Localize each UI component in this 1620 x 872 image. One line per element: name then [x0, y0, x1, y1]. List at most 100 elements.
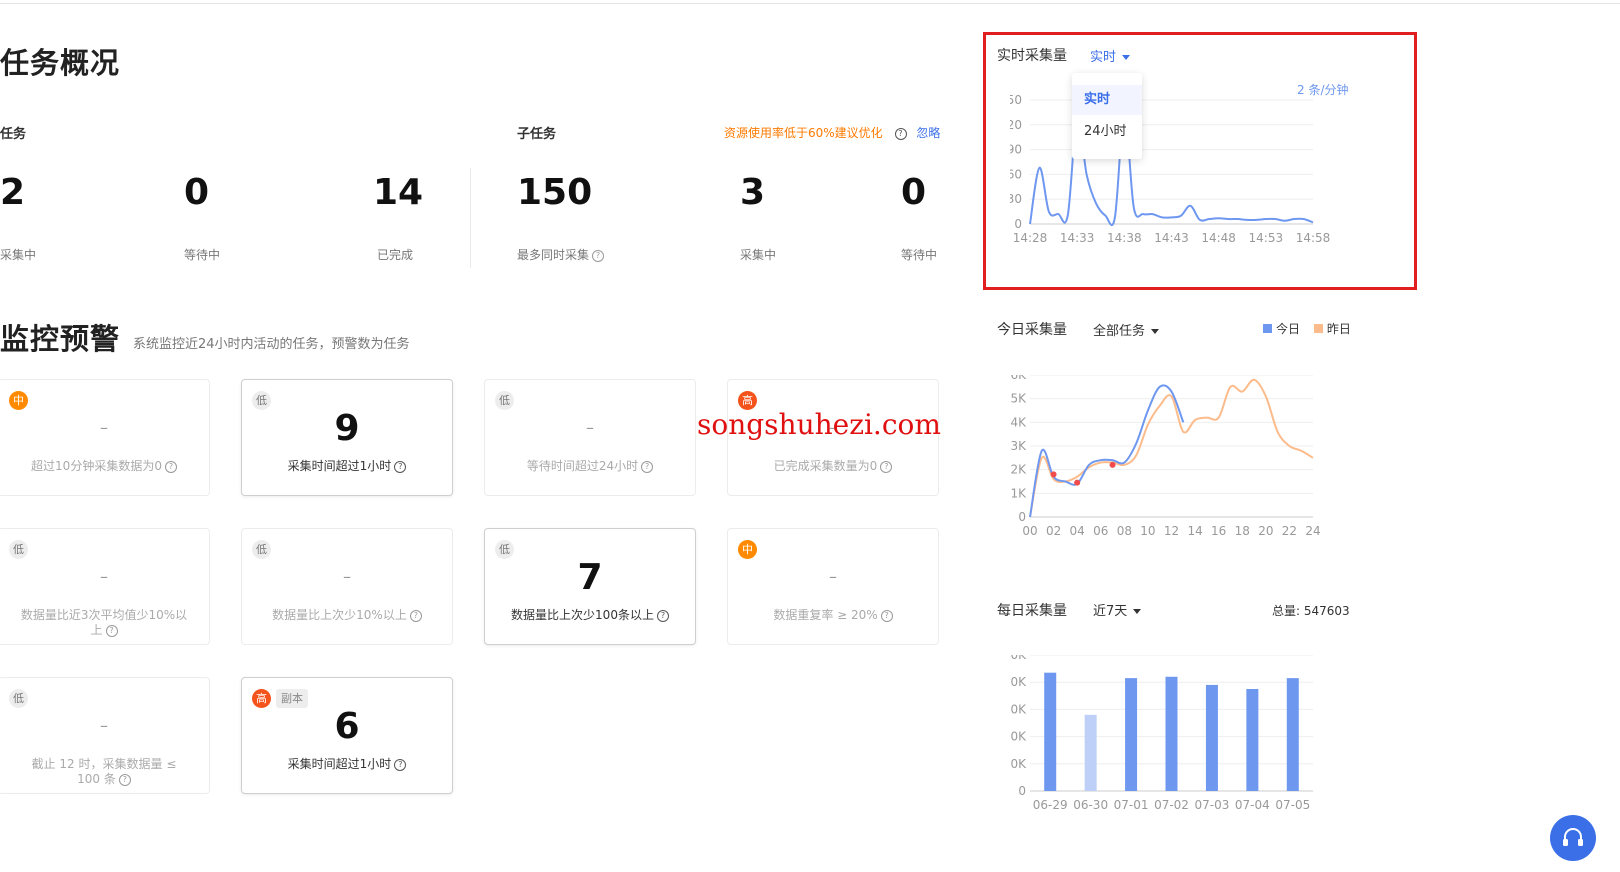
x-tick-label: 08: [1117, 524, 1132, 538]
question-icon[interactable]: ?: [164, 460, 177, 473]
level-badge: 低: [252, 540, 271, 559]
y-tick-label: 0: [1018, 784, 1026, 798]
legend-swatch-today: [1263, 324, 1272, 333]
ignore-link[interactable]: 忽略: [916, 126, 940, 140]
y-tick-label: 80K: [1010, 675, 1027, 689]
alert-desc: 截止 12 时，采集数据量 ≤ 100 条: [31, 757, 177, 786]
monitor-subtitle: 系统监控近24小时内活动的任务，预警数为任务: [133, 337, 410, 352]
y-tick-label: 0: [1018, 510, 1026, 524]
alert-value: –: [343, 567, 351, 586]
realtime-range-value: 实时: [1090, 50, 1117, 65]
x-tick-label: 14:28: [1013, 231, 1048, 245]
alert-value: 9: [334, 408, 360, 449]
y-tick-label: 60K: [1010, 702, 1027, 716]
caret-down-icon: [1151, 329, 1160, 334]
x-tick-label: 18: [1235, 524, 1250, 538]
today-title: 今日采集量: [997, 322, 1067, 338]
x-tick-label: 04: [1070, 524, 1085, 538]
legend-label-yesterday: 昨日: [1326, 322, 1351, 336]
y-tick-label: 90: [1010, 143, 1022, 157]
daily-x-ticks: 06-29 06-30 07-01 07-02 07-03 07-04 07-05: [1033, 798, 1310, 812]
realtime-range-dropdown[interactable]: 实时: [1090, 46, 1131, 65]
x-tick-label: 12: [1164, 524, 1179, 538]
question-icon[interactable]: ?: [394, 758, 407, 771]
question-icon[interactable]: ?: [880, 609, 893, 622]
level-badge: 低: [495, 391, 514, 410]
x-tick-label: 07-04: [1235, 798, 1270, 812]
question-icon[interactable]: ?: [592, 249, 605, 262]
y-tick-label: 2K: [1010, 463, 1027, 477]
help-button[interactable]: [1550, 815, 1596, 861]
alert-card[interactable]: 低 – 数据量比上次少10%以上?: [241, 528, 453, 645]
question-icon[interactable]: ?: [394, 460, 407, 473]
menu-item-24h[interactable]: 24小时: [1072, 117, 1142, 147]
task-done-value: 14: [373, 172, 424, 213]
alert-desc: 数据量比上次少10%以上: [272, 608, 407, 622]
y-tick-label: 4K: [1010, 415, 1027, 429]
daily-title: 每日采集量: [997, 603, 1067, 619]
task-collecting-label: 采集中: [0, 248, 37, 262]
task-waiting-label: 等待中: [184, 248, 221, 262]
question-icon[interactable]: ?: [880, 460, 893, 473]
menu-item-realtime[interactable]: 实时: [1072, 85, 1142, 115]
caret-down-icon: [1122, 55, 1131, 60]
realtime-y-ticks: 0 30 60 90 120 150: [1010, 93, 1022, 231]
bar: [1246, 689, 1259, 791]
question-icon[interactable]: ?: [641, 460, 654, 473]
alert-card[interactable]: 低 – 等待时间超过24小时?: [484, 379, 696, 496]
question-icon[interactable]: ?: [656, 609, 669, 622]
x-tick-label: 07-01: [1114, 798, 1149, 812]
y-tick-label: 20K: [1010, 757, 1027, 771]
alert-card[interactable]: 中 – 超过10分钟采集数据为0?: [0, 379, 210, 496]
today-filter-dropdown[interactable]: 全部任务: [1093, 320, 1160, 339]
alert-desc-row: 等待时间超过24小时?: [505, 459, 675, 474]
alert-desc-row: 数据量比上次少100条以上?: [505, 608, 675, 623]
question-icon[interactable]: ?: [118, 773, 131, 786]
overview-divider: [470, 168, 471, 268]
alert-desc-row: 数据量比近3次平均值少10%以上?: [19, 608, 189, 638]
subtask-waiting-value: 0: [901, 172, 927, 213]
subtask-max-label-row: 最多同时采集?: [517, 246, 605, 263]
today-legend: 今日 昨日: [1263, 320, 1351, 337]
daily-filter-value: 近7天: [1093, 604, 1128, 619]
alert-card[interactable]: 低 – 截止 12 时，采集数据量 ≤ 100 条?: [0, 677, 210, 794]
today-x-ticks: 00 02 04 06 08 10 12 14 16 18 20 22 24: [1022, 524, 1320, 538]
task-waiting-value: 0: [184, 172, 210, 213]
question-icon[interactable]: ?: [409, 609, 422, 622]
alert-desc-row: 已完成采集数量为0?: [748, 459, 918, 474]
bar: [1205, 684, 1218, 791]
daily-filter-dropdown[interactable]: 近7天: [1093, 600, 1142, 619]
alert-card[interactable]: 低 9 采集时间超过1小时?: [241, 379, 453, 496]
bar: [1084, 714, 1097, 791]
level-badge: 低: [9, 540, 28, 559]
y-tick-label: 120: [1010, 118, 1022, 132]
watermark-text: songshuhezi.com: [697, 408, 941, 441]
daily-bars: [1044, 672, 1299, 791]
x-tick-label: 07-03: [1194, 798, 1229, 812]
question-icon[interactable]: ?: [894, 127, 907, 140]
realtime-range-menu: 实时 24小时: [1072, 73, 1142, 159]
x-tick-label: 14:33: [1060, 231, 1095, 245]
alert-desc: 数据量比上次少100条以上: [511, 608, 654, 622]
realtime-x-ticks: 14:28 14:33 14:38 14:43 14:48 14:53 14:58: [1013, 231, 1331, 245]
x-tick-label: 24: [1305, 524, 1320, 538]
alert-card[interactable]: 中 – 数据重复率 ≥ 20%?: [727, 528, 939, 645]
subtask-max-label: 最多同时采集: [517, 248, 590, 262]
realtime-title: 实时采集量: [997, 48, 1067, 64]
x-tick-label: 06-29: [1033, 798, 1068, 812]
alert-card[interactable]: 低 – 数据量比近3次平均值少10%以上?: [0, 528, 210, 645]
alert-desc-row: 超过10分钟采集数据为0?: [19, 459, 189, 474]
task-section-label: 任务: [0, 127, 27, 142]
y-tick-label: 1K: [1010, 486, 1027, 500]
x-tick-label: 02: [1046, 524, 1061, 538]
anomaly-marker: [1109, 461, 1116, 468]
alert-card[interactable]: 高 副本 6 采集时间超过1小时?: [241, 677, 453, 794]
alert-card[interactable]: 低 7 数据量比上次少100条以上?: [484, 528, 696, 645]
x-tick-label: 22: [1282, 524, 1297, 538]
alert-desc: 数据量比近3次平均值少10%以上: [20, 608, 188, 637]
y-tick-label: 100K: [1010, 655, 1027, 662]
x-tick-label: 06: [1093, 524, 1108, 538]
alert-desc-row: 采集时间超过1小时?: [262, 757, 432, 772]
question-icon[interactable]: ?: [105, 624, 118, 637]
realtime-chart: 0306090120150 14:2814:3314:3814:4314:481…: [1010, 93, 1331, 245]
